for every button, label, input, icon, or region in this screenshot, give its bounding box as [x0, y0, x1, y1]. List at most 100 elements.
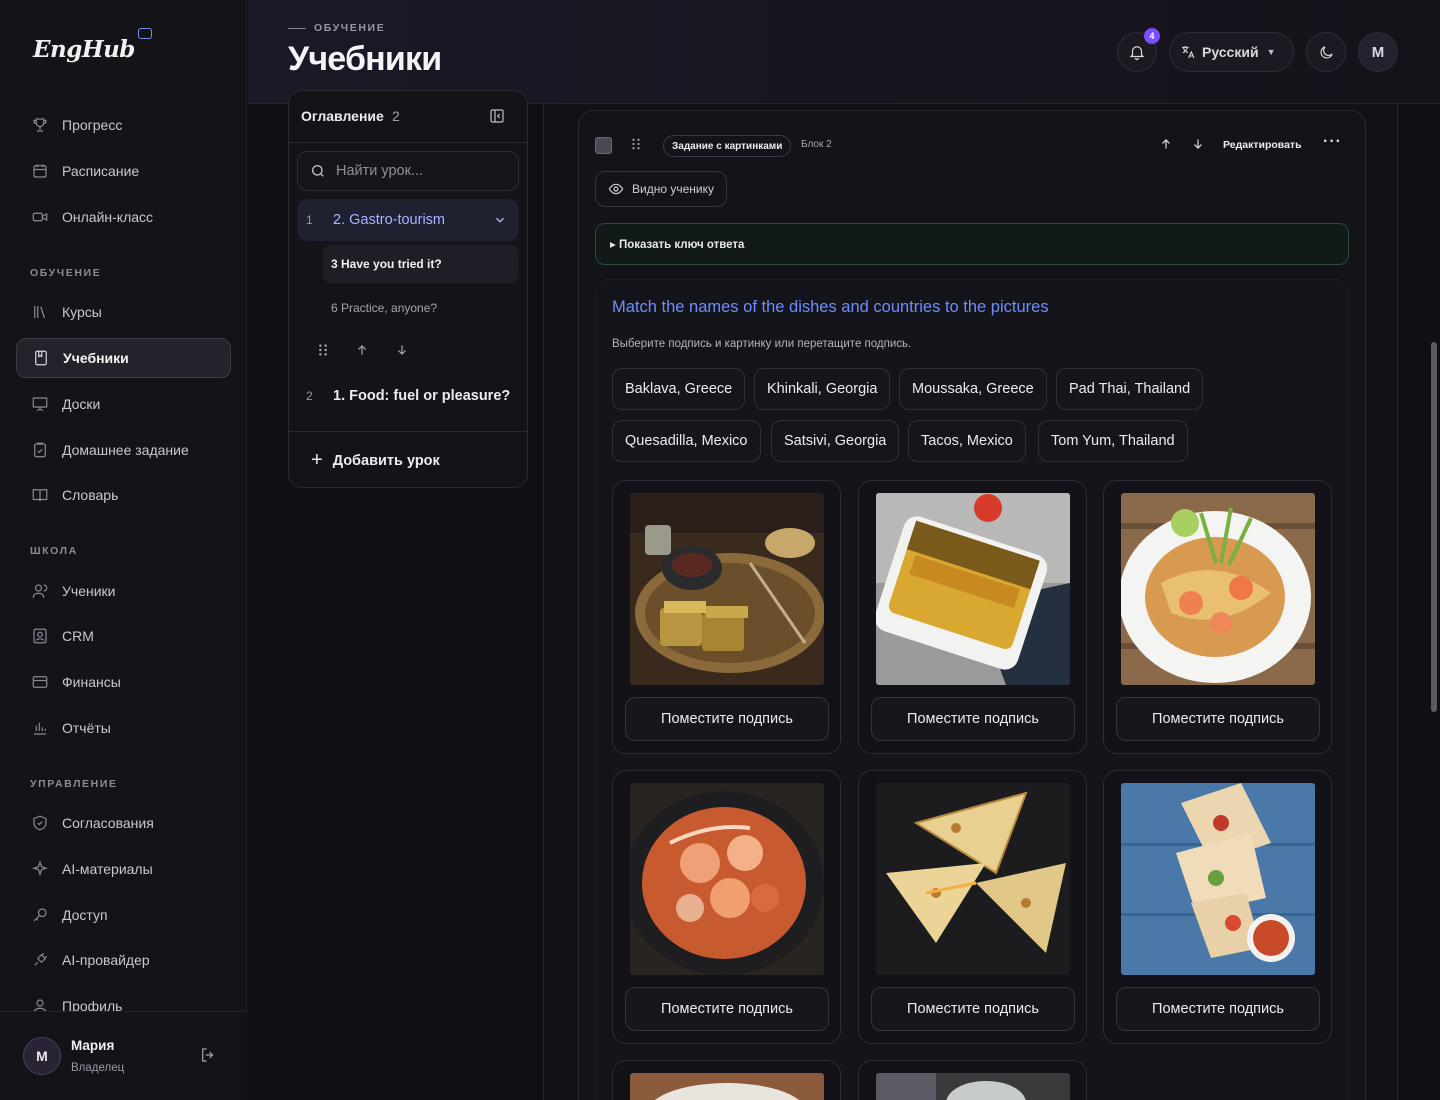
- picture-card[interactable]: [858, 1060, 1087, 1100]
- plus-icon: +: [311, 449, 323, 471]
- language-selector[interactable]: Русский ▼: [1169, 32, 1294, 72]
- show-answer-key-toggle[interactable]: ▸ Показать ключ ответа: [595, 223, 1349, 265]
- sidebar-item-label: AI-материалы: [62, 861, 153, 877]
- crm-icon: [30, 626, 50, 646]
- toc-title: Оглавление: [301, 108, 384, 124]
- caption-drop-zone[interactable]: Поместите подпись: [871, 697, 1075, 741]
- user-panel: М Мария Владелец: [0, 1011, 247, 1100]
- library-icon: [30, 302, 50, 322]
- sidebar-item-ai-materials[interactable]: AI-материалы: [16, 849, 231, 889]
- sidebar-item-label: CRM: [62, 628, 94, 644]
- caption-drop-zone[interactable]: Поместите подпись: [1116, 697, 1320, 741]
- shield-icon: [30, 813, 50, 833]
- arrow-down-icon[interactable]: [395, 343, 409, 357]
- picture-card[interactable]: Поместите подпись: [612, 480, 841, 754]
- sidebar-item-label: Расписание: [62, 163, 140, 179]
- select-block-checkbox[interactable]: [595, 137, 612, 154]
- sidebar-item-ai-provider[interactable]: AI-провайдер: [16, 940, 231, 980]
- dictionary-icon: [30, 485, 50, 505]
- lesson-title: 2. Gastro-tourism: [333, 212, 445, 228]
- picture-card[interactable]: Поместите подпись: [858, 770, 1087, 1044]
- picture-card[interactable]: [612, 1060, 841, 1100]
- caption-chip[interactable]: Tacos, Mexico: [908, 420, 1026, 462]
- sidebar-item-dictionary[interactable]: Словарь: [16, 475, 231, 515]
- caption-chip[interactable]: Moussaka, Greece: [899, 368, 1047, 410]
- sidebar-item-online-class[interactable]: Онлайн-класс: [16, 197, 231, 237]
- picture-card[interactable]: Поместите подпись: [1103, 770, 1332, 1044]
- toc-header: Оглавление 2: [289, 91, 527, 143]
- sidebar-item-label: Доски: [62, 396, 101, 412]
- sidebar-item-homework[interactable]: Домашнее задание: [16, 430, 231, 470]
- toc-lesson-1[interactable]: 1 2. Gastro-tourism: [297, 199, 519, 241]
- sidebar-item-label: Доступ: [62, 907, 108, 923]
- quesadilla-photo: [876, 783, 1070, 975]
- video-icon: [30, 207, 50, 227]
- table-of-contents: Оглавление 2 Найти урок... 1 2. Gastro-t…: [288, 90, 528, 488]
- sidebar-item-label: Согласования: [62, 815, 154, 831]
- caption-drop-zone[interactable]: Поместите подпись: [625, 987, 829, 1031]
- caption-drop-zone[interactable]: Поместите подпись: [625, 697, 829, 741]
- scrollbar[interactable]: [1431, 342, 1437, 712]
- caption-chip[interactable]: Pad Thai, Thailand: [1056, 368, 1204, 410]
- sidebar-item-students[interactable]: Ученики: [16, 571, 231, 611]
- arrow-up-icon[interactable]: [355, 343, 369, 357]
- theme-toggle-button[interactable]: [1306, 32, 1346, 72]
- toc-section-item[interactable]: 6 Practice, anyone?: [323, 289, 519, 327]
- sidebar-item-textbooks[interactable]: Учебники: [16, 338, 231, 378]
- move-up-icon[interactable]: [1159, 137, 1173, 151]
- block-type-badge: Задание с картинками: [663, 135, 792, 157]
- add-lesson-button[interactable]: + Добавить урок: [289, 431, 527, 487]
- caption-chip[interactable]: Khinkali, Georgia: [754, 368, 891, 410]
- sidebar-item-label: Прогресс: [62, 117, 123, 133]
- sidebar-item-label: Финансы: [62, 674, 121, 690]
- caption-drop-zone[interactable]: Поместите подпись: [871, 987, 1075, 1031]
- move-down-icon[interactable]: [1191, 137, 1205, 151]
- sidebar-item-courses[interactable]: Курсы: [16, 292, 231, 332]
- user-avatar[interactable]: М: [23, 1037, 61, 1075]
- sidebar-item-progress[interactable]: Прогресс: [16, 105, 231, 145]
- caption-chip[interactable]: Tom Yum, Thailand: [1038, 420, 1188, 462]
- sidebar-item-reports[interactable]: Отчёты: [16, 708, 231, 748]
- caption-chip[interactable]: Quesadilla, Mexico: [612, 420, 761, 462]
- sidebar-item-label: Ученики: [62, 583, 116, 599]
- drag-handle-icon[interactable]: [317, 343, 329, 357]
- caption-drop-zone[interactable]: Поместите подпись: [1116, 987, 1320, 1031]
- app-logo[interactable]: EngHub: [33, 36, 135, 63]
- toc-section-item[interactable]: 3 Have you tried it?: [323, 245, 519, 283]
- logout-icon[interactable]: [199, 1046, 217, 1067]
- baklava-photo: [630, 493, 824, 685]
- sidebar-item-access[interactable]: Доступ: [16, 895, 231, 935]
- sidebar-item-label: Отчёты: [62, 720, 111, 736]
- sidebar-item-finance[interactable]: Финансы: [16, 662, 231, 702]
- picture-card[interactable]: Поместите подпись: [858, 480, 1087, 754]
- translate-icon: [1180, 44, 1196, 60]
- caption-chip[interactable]: Baklava, Greece: [612, 368, 746, 410]
- sidebar-item-schedule[interactable]: Расписание: [16, 151, 231, 191]
- book-icon: [31, 348, 51, 368]
- visible-to-student-toggle[interactable]: Видно ученику: [595, 171, 727, 207]
- toc-count: 2: [392, 108, 400, 124]
- sidebar-item-label: Онлайн-класс: [62, 209, 154, 225]
- divider: [1397, 104, 1398, 1100]
- lesson-number: 2: [306, 389, 313, 403]
- dish-photo: [876, 1073, 1070, 1100]
- drag-handle-icon[interactable]: [631, 137, 641, 154]
- more-options-icon[interactable]: ···: [1323, 133, 1342, 151]
- toc-lesson-2[interactable]: 2 1. Food: fuel or pleasure?: [297, 375, 519, 417]
- sidebar-item-label: AI-провайдер: [62, 952, 150, 968]
- picture-card[interactable]: Поместите подпись: [612, 770, 841, 1044]
- notifications-button[interactable]: 4: [1117, 28, 1160, 72]
- page-header: ОБУЧЕНИЕ Учебники 4 Русский ▼ М: [248, 0, 1440, 104]
- picture-card[interactable]: Поместите подпись: [1103, 480, 1332, 754]
- sidebar-item-boards[interactable]: Доски: [16, 384, 231, 424]
- chevron-down-icon[interactable]: [493, 213, 507, 227]
- lesson-search-input[interactable]: Найти урок...: [297, 151, 519, 191]
- section-label-management: УПРАВЛЕНИЕ: [30, 778, 118, 790]
- caption-chip[interactable]: Satsivi, Georgia: [771, 420, 900, 462]
- header-avatar[interactable]: М: [1358, 32, 1398, 72]
- sidebar-item-approvals[interactable]: Согласования: [16, 803, 231, 843]
- sidebar-item-crm[interactable]: CRM: [16, 616, 231, 656]
- edit-button[interactable]: Редактировать: [1223, 139, 1302, 151]
- visible-label: Видно ученику: [632, 182, 714, 196]
- collapse-panel-icon[interactable]: [489, 108, 505, 127]
